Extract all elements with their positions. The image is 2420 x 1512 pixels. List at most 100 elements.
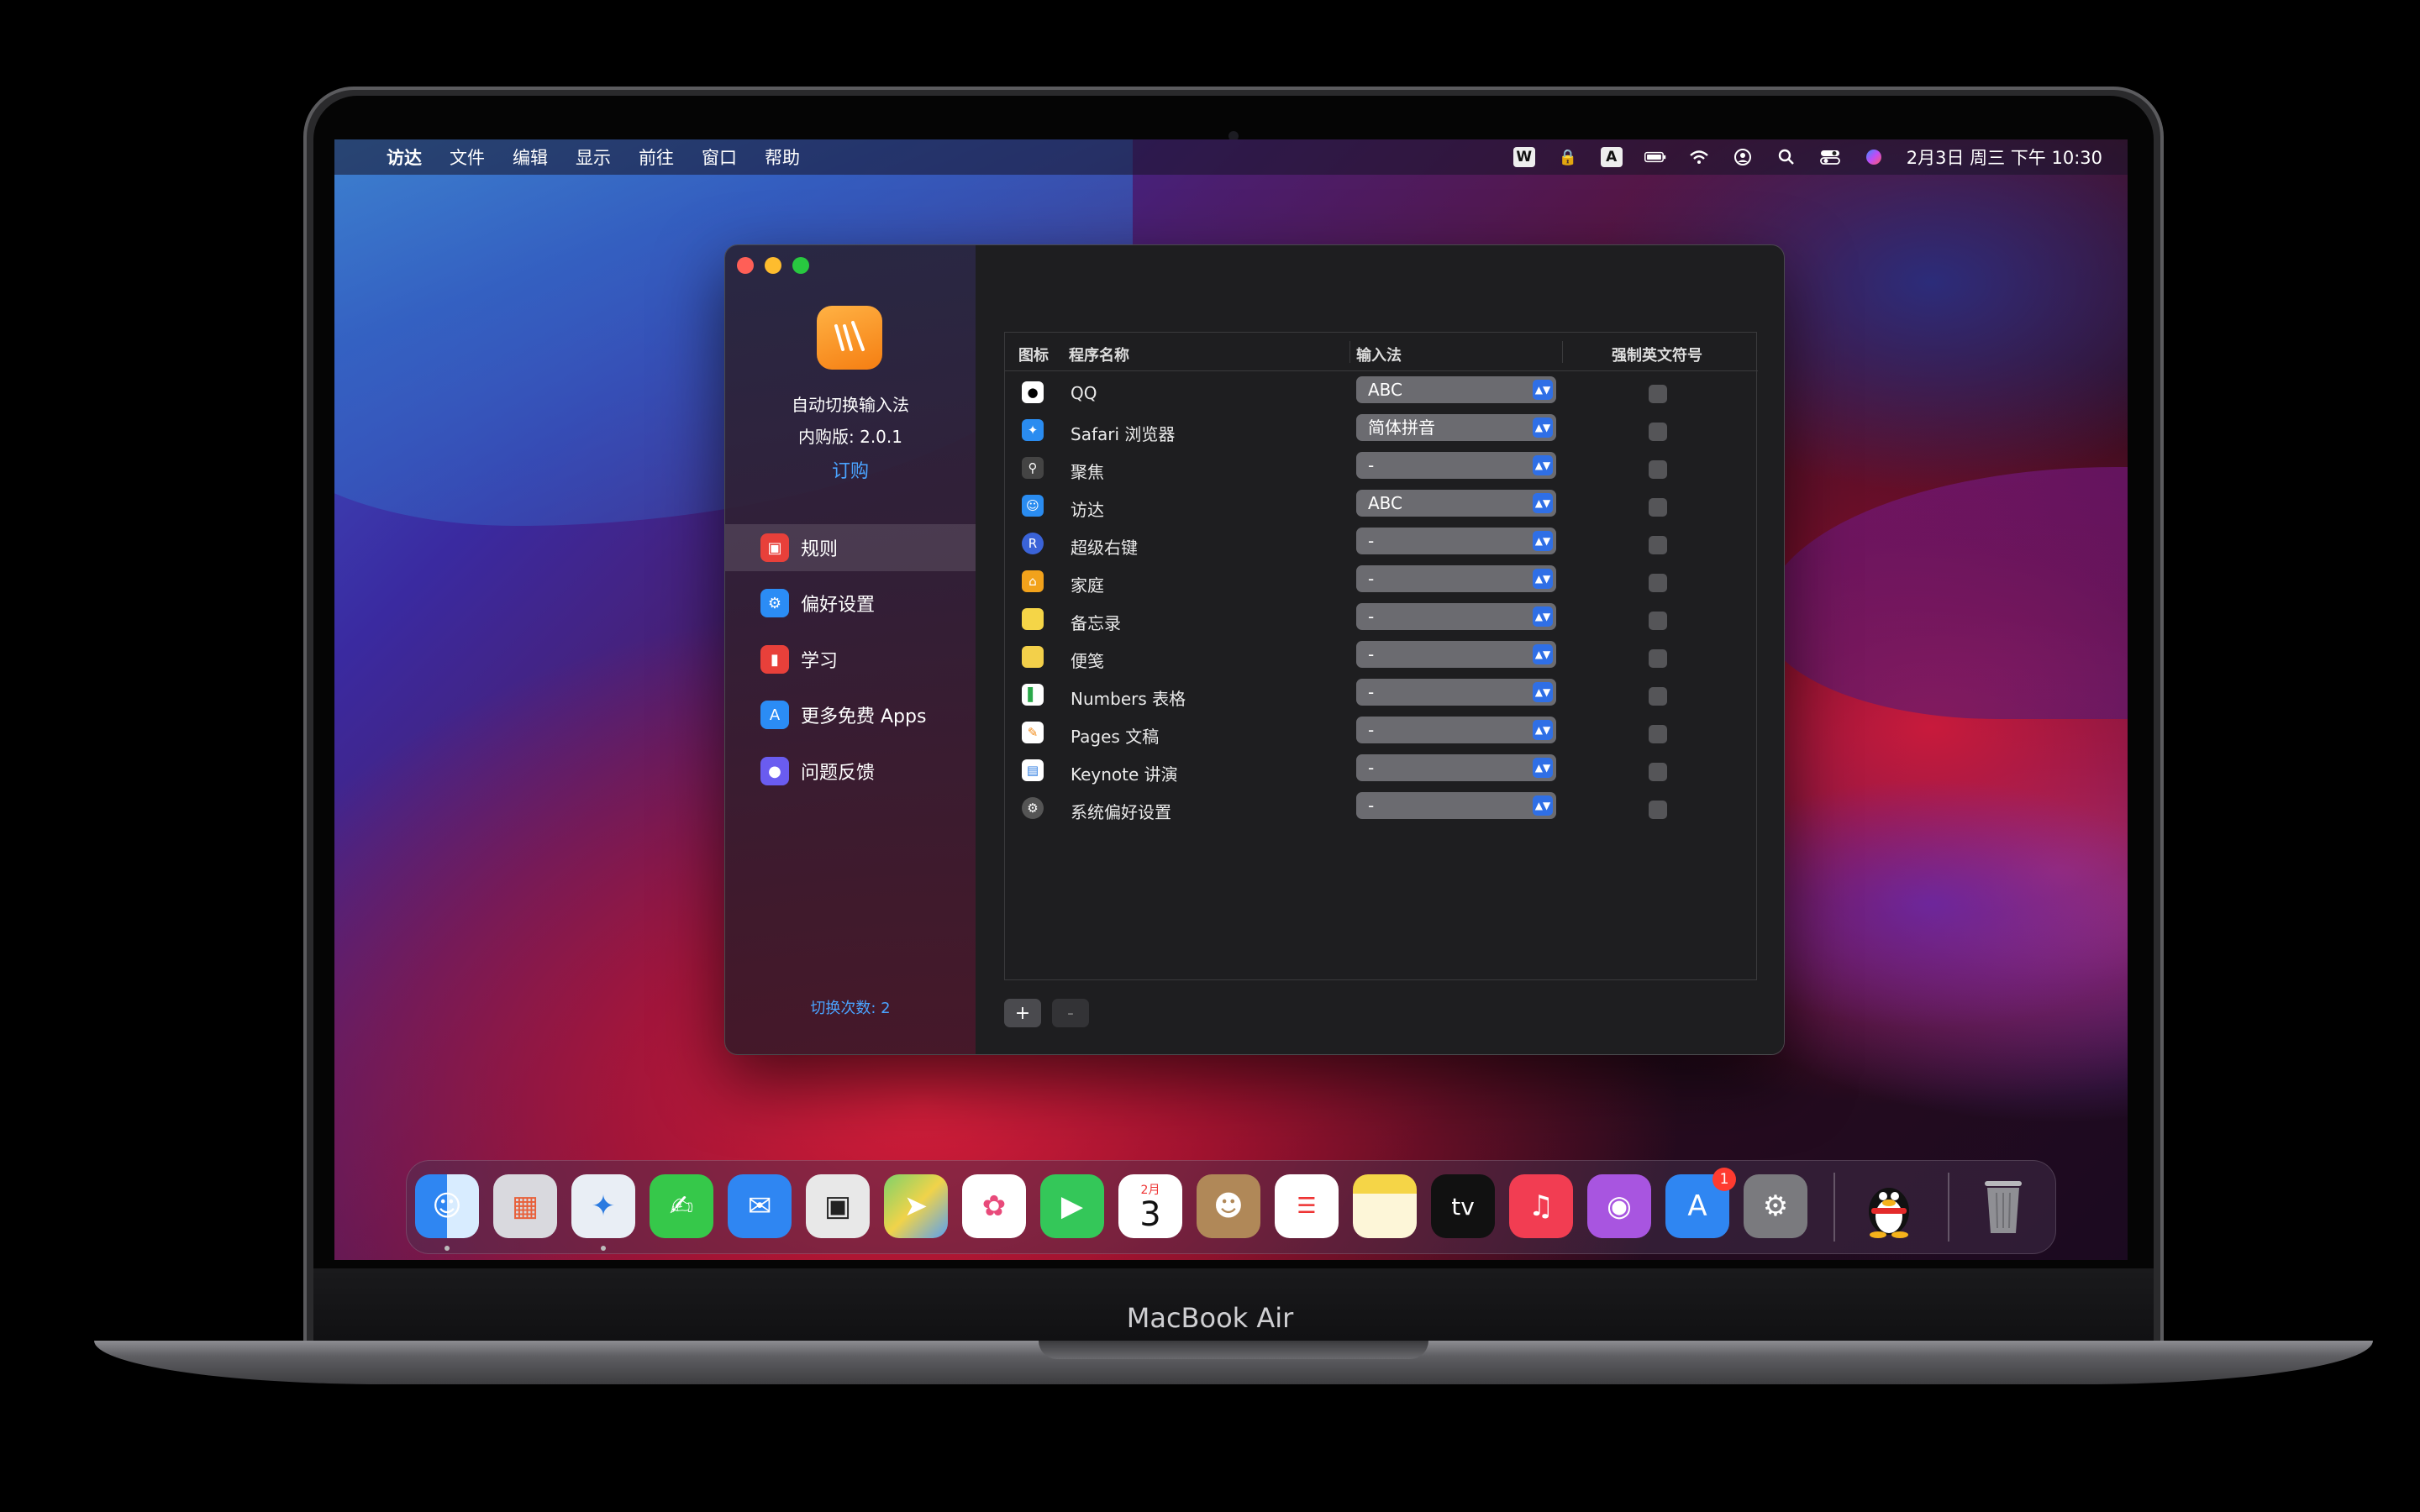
chevron-updown-icon: ▲▼ <box>1533 493 1553 513</box>
maps-icon[interactable]: ➤ <box>884 1174 948 1238</box>
sidebar-item-label: 问题反馈 <box>801 763 876 784</box>
force-english-checkbox[interactable] <box>1649 687 1667 706</box>
force-english-checkbox[interactable] <box>1649 574 1667 592</box>
table-row[interactable]: ● QQ ABC ▲▼ <box>1005 373 1758 411</box>
table-row[interactable]: 备忘录 - ▲▼ <box>1005 600 1758 638</box>
column-header-force-english[interactable]: 强制英文符号 <box>1612 344 1702 365</box>
input-method-popup[interactable]: - ▲▼ <box>1356 717 1556 743</box>
table-row[interactable]: R 超级右键 - ▲▼ <box>1005 524 1758 562</box>
wifi-icon[interactable] <box>1688 147 1710 167</box>
sidebar-item-rules[interactable]: ▣ 规则 <box>725 524 976 571</box>
column-header-icon[interactable]: 图标 <box>1018 344 1049 365</box>
minimize-window-button[interactable] <box>765 257 781 274</box>
input-method-popup[interactable]: ABC ▲▼ <box>1356 490 1556 517</box>
table-row[interactable]: ▤ Keynote 讲演 - ▲▼ <box>1005 751 1758 789</box>
input-method-popup[interactable]: - ▲▼ <box>1356 528 1556 554</box>
input-method-popup[interactable]: - ▲▼ <box>1356 565 1556 592</box>
remove-rule-button[interactable]: - <box>1052 999 1089 1027</box>
popup-value: - <box>1368 682 1375 702</box>
lock-icon[interactable]: 🔒 <box>1557 147 1579 167</box>
add-rule-button[interactable]: + <box>1004 999 1041 1027</box>
safari-icon[interactable]: ✦ <box>571 1174 635 1238</box>
force-english-checkbox[interactable] <box>1649 612 1667 630</box>
sidebar-item-more-apps[interactable]: A 更多免费 Apps <box>725 691 976 738</box>
wps-icon[interactable]: W <box>1512 147 1535 167</box>
sidebar-item-feedback[interactable]: ● 问题反馈 <box>725 748 976 795</box>
appstore-icon[interactable]: A1 <box>1665 1168 1736 1238</box>
system-preferences-icon[interactable]: ⚙ <box>1744 1174 1807 1238</box>
lid-notch <box>1039 1341 1428 1359</box>
podcasts-icon[interactable]: ◉ <box>1587 1174 1651 1238</box>
menu-go[interactable]: 前往 <box>639 144 674 170</box>
menu-edit[interactable]: 编辑 <box>513 144 548 170</box>
input-method-popup[interactable]: - ▲▼ <box>1356 452 1556 479</box>
tv-icon[interactable]: tv <box>1431 1174 1495 1238</box>
buy-link[interactable]: 订购 <box>725 456 976 483</box>
control-center-icon[interactable] <box>1819 147 1841 167</box>
menubar-clock[interactable]: 2月3日 周三 下午 10:30 <box>1907 144 2102 170</box>
force-english-checkbox[interactable] <box>1649 801 1667 819</box>
finder-icon[interactable]: ☺ <box>415 1174 479 1238</box>
force-english-checkbox[interactable] <box>1649 498 1667 517</box>
force-english-checkbox[interactable] <box>1649 649 1667 668</box>
input-method-popup[interactable]: - ▲▼ <box>1356 792 1556 819</box>
screenshot-icon[interactable]: ▣ <box>806 1174 870 1238</box>
force-english-checkbox[interactable] <box>1649 763 1667 781</box>
trash-icon[interactable] <box>1971 1174 2035 1238</box>
launchpad-icon[interactable]: ▦ <box>493 1174 557 1238</box>
contacts-icon[interactable]: ☻ <box>1197 1174 1260 1238</box>
table-header: 图标 程序名称 输入法 强制英文符号 <box>1005 333 1758 371</box>
menu-view[interactable]: 显示 <box>576 144 611 170</box>
table-row[interactable]: ⚲ 聚焦 - ▲▼ <box>1005 449 1758 486</box>
wallpaper-shape <box>1763 467 2128 719</box>
input-method-popup[interactable]: - ▲▼ <box>1356 603 1556 630</box>
table-row[interactable]: ✦ Safari 浏览器 简体拼音 ▲▼ <box>1005 411 1758 449</box>
mail-icon[interactable]: ✉ <box>728 1174 792 1238</box>
qq-icon[interactable] <box>1857 1174 1921 1238</box>
force-english-checkbox[interactable] <box>1649 423 1667 441</box>
search-icon[interactable] <box>1776 147 1797 167</box>
photos-icon[interactable]: ✿ <box>962 1174 1026 1238</box>
sidebar-item-learn[interactable]: ▮ 学习 <box>725 636 976 683</box>
menu-help[interactable]: 帮助 <box>765 144 800 170</box>
table-row[interactable]: ⚙ 系统偏好设置 - ▲▼ <box>1005 789 1758 827</box>
force-english-checkbox[interactable] <box>1649 725 1667 743</box>
battery-icon[interactable] <box>1644 147 1666 167</box>
notification-badge: 1 <box>1712 1168 1736 1191</box>
calendar-icon[interactable]: 2月 3 <box>1118 1174 1182 1238</box>
reminders-icon[interactable]: ☰ <box>1275 1174 1339 1238</box>
notes-icon[interactable] <box>1353 1174 1417 1238</box>
menu-finder[interactable]: 访达 <box>387 144 422 170</box>
input-method-popup[interactable]: - ▲▼ <box>1356 679 1556 706</box>
column-header-app[interactable]: 程序名称 <box>1069 344 1129 365</box>
sidebar-item-preferences[interactable]: ⚙ 偏好设置 <box>725 580 976 627</box>
siri-icon[interactable] <box>1863 147 1885 167</box>
rules-table: 图标 程序名称 输入法 强制英文符号 ● QQ ABC ▲▼ ✦ Safari … <box>1004 332 1758 980</box>
music-icon[interactable]: ♫ <box>1509 1174 1573 1238</box>
facetime-icon[interactable]: ▶ <box>1040 1174 1104 1238</box>
input-a-icon[interactable]: A <box>1600 147 1623 167</box>
popup-value: - <box>1368 531 1375 551</box>
menu-file[interactable]: 文件 <box>450 144 485 170</box>
messages-icon[interactable]: ✍ <box>650 1174 713 1238</box>
chevron-updown-icon: ▲▼ <box>1533 758 1553 778</box>
force-english-checkbox[interactable] <box>1649 536 1667 554</box>
input-method-popup[interactable]: - ▲▼ <box>1356 754 1556 781</box>
table-row[interactable]: ▌ Numbers 表格 - ▲▼ <box>1005 675 1758 713</box>
table-row[interactable]: ☺ 访达 ABC ▲▼ <box>1005 486 1758 524</box>
table-row[interactable]: 便笺 - ▲▼ <box>1005 638 1758 675</box>
input-method-popup[interactable]: - ▲▼ <box>1356 641 1556 668</box>
app-name-cell: 访达 <box>1071 500 1104 520</box>
input-method-popup[interactable]: ABC ▲▼ <box>1356 376 1556 403</box>
force-english-checkbox[interactable] <box>1649 385 1667 403</box>
force-english-checkbox[interactable] <box>1649 460 1667 479</box>
table-row[interactable]: ⌂ 家庭 - ▲▼ <box>1005 562 1758 600</box>
notes-icon <box>1022 608 1044 630</box>
input-method-popup[interactable]: 简体拼音 ▲▼ <box>1356 414 1556 441</box>
zoom-window-button[interactable] <box>792 257 809 274</box>
menu-window[interactable]: 窗口 <box>702 144 737 170</box>
table-row[interactable]: ✎ Pages 文稿 - ▲▼ <box>1005 713 1758 751</box>
column-header-input-method[interactable]: 输入法 <box>1356 344 1402 365</box>
user-icon[interactable] <box>1732 147 1754 167</box>
close-window-button[interactable] <box>737 257 754 274</box>
